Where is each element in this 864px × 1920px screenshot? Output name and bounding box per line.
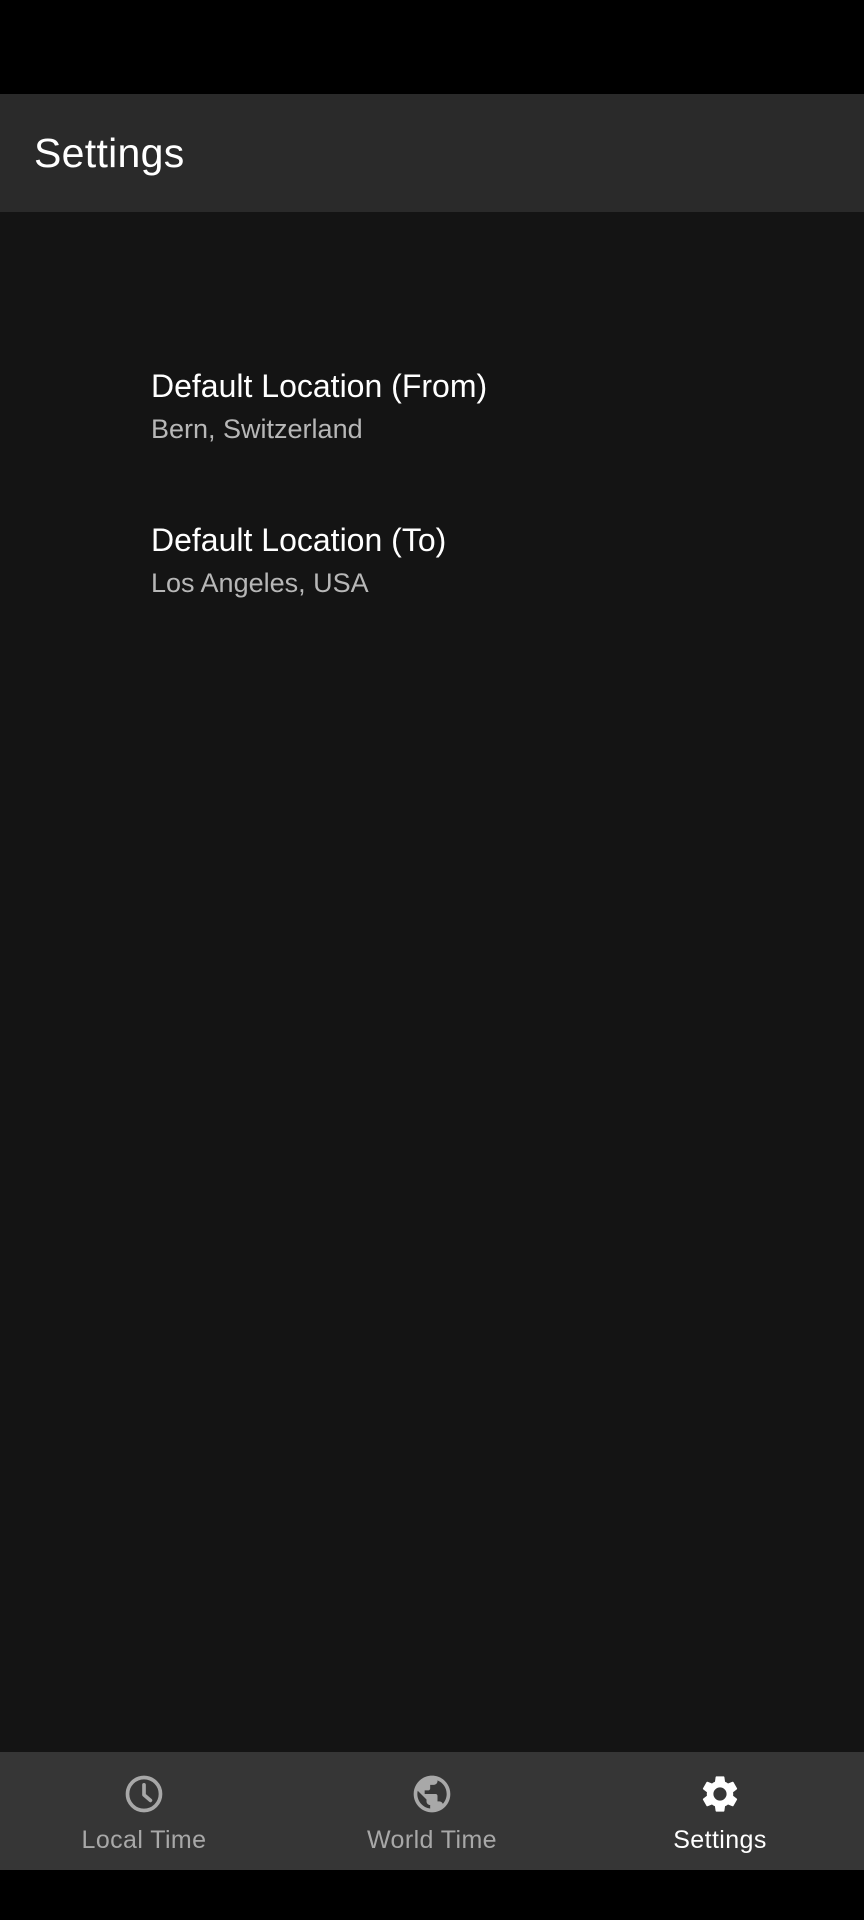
globe-icon <box>413 1775 451 1813</box>
bottom-navigation: Local Time World Time Settings <box>0 1752 864 1870</box>
gear-icon <box>702 1776 738 1812</box>
preference-summary: Los Angeles, USA <box>151 568 369 598</box>
settings-list: Default Location (From) Bern, Switzerlan… <box>0 212 864 1752</box>
default-location-from-preference[interactable]: Default Location (From) Bern, Switzerlan… <box>151 366 831 447</box>
nav-label: Settings <box>673 1826 767 1854</box>
status-bar <box>0 0 864 94</box>
clock-icon <box>125 1775 163 1813</box>
page-title: Settings <box>34 129 185 176</box>
nav-item-settings[interactable]: Settings <box>576 1752 864 1870</box>
nav-label: Local Time <box>81 1826 207 1854</box>
app-bar: Settings <box>0 94 864 212</box>
nav-item-world-time[interactable]: World Time <box>288 1752 576 1870</box>
default-location-to-preference[interactable]: Default Location (To) Los Angeles, USA <box>151 520 831 601</box>
preference-summary: Bern, Switzerland <box>151 414 363 444</box>
nav-item-local-time[interactable]: Local Time <box>0 1752 288 1870</box>
screen: Settings Default Location (From) Bern, S… <box>0 0 864 1920</box>
preference-title: Default Location (From) <box>151 368 488 404</box>
nav-label: World Time <box>367 1826 497 1854</box>
preference-title: Default Location (To) <box>151 522 447 558</box>
system-navigation-area <box>0 1870 864 1920</box>
